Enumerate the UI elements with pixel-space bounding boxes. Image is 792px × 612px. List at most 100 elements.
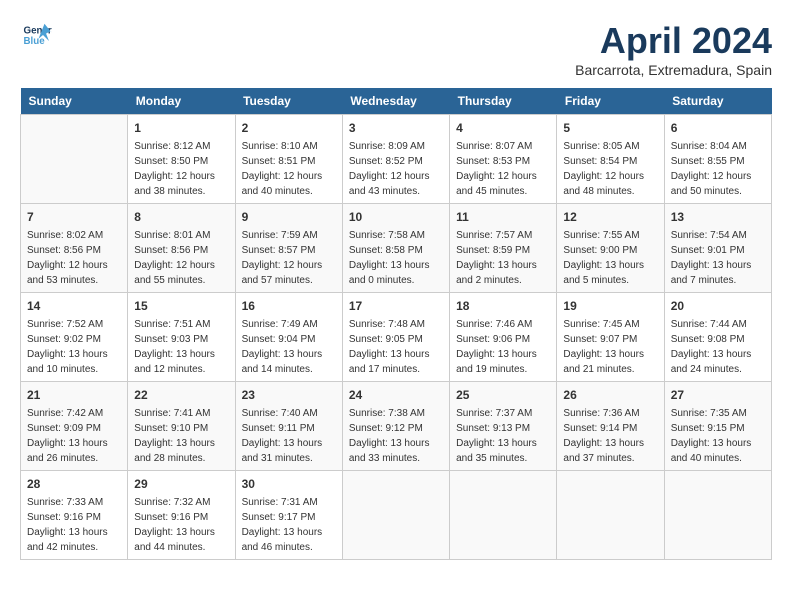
day-info: Sunrise: 7:37 AM Sunset: 9:13 PM Dayligh… bbox=[456, 406, 550, 466]
day-number: 2 bbox=[242, 119, 336, 137]
calendar-cell: 7 Sunrise: 8:02 AM Sunset: 8:56 PM Daylig… bbox=[21, 204, 128, 293]
day-number: 15 bbox=[134, 297, 228, 315]
day-info: Sunrise: 8:04 AM Sunset: 8:55 PM Dayligh… bbox=[671, 139, 765, 199]
day-info: Sunrise: 8:10 AM Sunset: 8:51 PM Dayligh… bbox=[242, 139, 336, 199]
calendar-cell: 5 Sunrise: 8:05 AM Sunset: 8:54 PM Daylig… bbox=[557, 115, 664, 204]
day-number: 1 bbox=[134, 119, 228, 137]
day-number: 4 bbox=[456, 119, 550, 137]
day-info: Sunrise: 8:09 AM Sunset: 8:52 PM Dayligh… bbox=[349, 139, 443, 199]
weekday-header: Monday bbox=[128, 88, 235, 115]
calendar-cell: 27Sunrise: 7:35 AM Sunset: 9:15 PM Dayli… bbox=[664, 382, 771, 471]
day-number: 8 bbox=[134, 208, 228, 226]
day-number: 30 bbox=[242, 475, 336, 493]
day-info: Sunrise: 7:51 AM Sunset: 9:03 PM Dayligh… bbox=[134, 317, 228, 377]
day-info: Sunrise: 7:58 AM Sunset: 8:58 PM Dayligh… bbox=[349, 228, 443, 288]
day-number: 12 bbox=[563, 208, 657, 226]
weekday-header: Sunday bbox=[21, 88, 128, 115]
calendar-cell: 26 Sunrise: 7:36 AM Sunset: 9:14 PM Dayli… bbox=[557, 382, 664, 471]
calendar-cell: 14 Sunrise: 7:52 AM Sunset: 9:02 PM Dayli… bbox=[21, 293, 128, 382]
logo: General Blue bbox=[20, 20, 52, 50]
calendar-week-row: 1 Sunrise: 8:12 AM Sunset: 8:50 PM Daylig… bbox=[21, 115, 772, 204]
day-number: 22 bbox=[134, 386, 228, 404]
day-info: Sunrise: 8:05 AM Sunset: 8:54 PM Dayligh… bbox=[563, 139, 657, 199]
day-info: Sunrise: 7:52 AM Sunset: 9:02 PM Dayligh… bbox=[27, 317, 121, 377]
day-number: 14 bbox=[27, 297, 121, 315]
page-header: General Blue April 2024 Barcarrota, Extr… bbox=[20, 20, 772, 78]
calendar-cell: 28 Sunrise: 7:33 AM Sunset: 9:16 PM Dayli… bbox=[21, 471, 128, 560]
calendar-cell: 29Sunrise: 7:32 AM Sunset: 9:16 PM Dayli… bbox=[128, 471, 235, 560]
calendar-week-row: 21Sunrise: 7:42 AM Sunset: 9:09 PM Dayli… bbox=[21, 382, 772, 471]
location: Barcarrota, Extremadura, Spain bbox=[575, 62, 772, 78]
day-number: 9 bbox=[242, 208, 336, 226]
calendar-cell: 1 Sunrise: 8:12 AM Sunset: 8:50 PM Daylig… bbox=[128, 115, 235, 204]
calendar-cell: 8 Sunrise: 8:01 AM Sunset: 8:56 PM Daylig… bbox=[128, 204, 235, 293]
day-info: Sunrise: 7:44 AM Sunset: 9:08 PM Dayligh… bbox=[671, 317, 765, 377]
day-info: Sunrise: 8:02 AM Sunset: 8:56 PM Dayligh… bbox=[27, 228, 121, 288]
day-number: 19 bbox=[563, 297, 657, 315]
day-number: 24 bbox=[349, 386, 443, 404]
day-number: 3 bbox=[349, 119, 443, 137]
weekday-header: Friday bbox=[557, 88, 664, 115]
calendar-week-row: 14 Sunrise: 7:52 AM Sunset: 9:02 PM Dayli… bbox=[21, 293, 772, 382]
calendar-cell: 18Sunrise: 7:46 AM Sunset: 9:06 PM Dayli… bbox=[450, 293, 557, 382]
calendar-cell bbox=[21, 115, 128, 204]
logo-icon: General Blue bbox=[22, 20, 52, 50]
day-number: 17 bbox=[349, 297, 443, 315]
day-number: 27 bbox=[671, 386, 765, 404]
day-info: Sunrise: 7:45 AM Sunset: 9:07 PM Dayligh… bbox=[563, 317, 657, 377]
calendar-cell: 23 Sunrise: 7:40 AM Sunset: 9:11 PM Dayli… bbox=[235, 382, 342, 471]
weekday-header: Wednesday bbox=[342, 88, 449, 115]
title-block: April 2024 Barcarrota, Extremadura, Spai… bbox=[575, 20, 772, 78]
calendar-cell bbox=[342, 471, 449, 560]
day-number: 23 bbox=[242, 386, 336, 404]
day-number: 25 bbox=[456, 386, 550, 404]
day-info: Sunrise: 7:36 AM Sunset: 9:14 PM Dayligh… bbox=[563, 406, 657, 466]
calendar-cell: 6Sunrise: 8:04 AM Sunset: 8:55 PM Daylig… bbox=[664, 115, 771, 204]
day-number: 10 bbox=[349, 208, 443, 226]
calendar-cell: 24 Sunrise: 7:38 AM Sunset: 9:12 PM Dayli… bbox=[342, 382, 449, 471]
calendar-cell: 13 Sunrise: 7:54 AM Sunset: 9:01 PM Dayli… bbox=[664, 204, 771, 293]
day-number: 11 bbox=[456, 208, 550, 226]
calendar-cell: 10 Sunrise: 7:58 AM Sunset: 8:58 PM Dayli… bbox=[342, 204, 449, 293]
calendar-table: SundayMondayTuesdayWednesdayThursdayFrid… bbox=[20, 88, 772, 560]
day-number: 16 bbox=[242, 297, 336, 315]
svg-text:Blue: Blue bbox=[24, 36, 46, 47]
day-info: Sunrise: 7:54 AM Sunset: 9:01 PM Dayligh… bbox=[671, 228, 765, 288]
day-number: 5 bbox=[563, 119, 657, 137]
day-number: 7 bbox=[27, 208, 121, 226]
header-row: SundayMondayTuesdayWednesdayThursdayFrid… bbox=[21, 88, 772, 115]
day-info: Sunrise: 7:49 AM Sunset: 9:04 PM Dayligh… bbox=[242, 317, 336, 377]
calendar-week-row: 28 Sunrise: 7:33 AM Sunset: 9:16 PM Dayli… bbox=[21, 471, 772, 560]
calendar-cell: 3 Sunrise: 8:09 AM Sunset: 8:52 PM Daylig… bbox=[342, 115, 449, 204]
calendar-cell: 11 Sunrise: 7:57 AM Sunset: 8:59 PM Dayli… bbox=[450, 204, 557, 293]
day-number: 18 bbox=[456, 297, 550, 315]
calendar-cell: 20 Sunrise: 7:44 AM Sunset: 9:08 PM Dayli… bbox=[664, 293, 771, 382]
calendar-cell bbox=[664, 471, 771, 560]
calendar-cell: 12 Sunrise: 7:55 AM Sunset: 9:00 PM Dayli… bbox=[557, 204, 664, 293]
day-info: Sunrise: 7:32 AM Sunset: 9:16 PM Dayligh… bbox=[134, 495, 228, 555]
month-title: April 2024 bbox=[575, 20, 772, 62]
weekday-header: Thursday bbox=[450, 88, 557, 115]
day-info: Sunrise: 7:40 AM Sunset: 9:11 PM Dayligh… bbox=[242, 406, 336, 466]
day-info: Sunrise: 7:48 AM Sunset: 9:05 PM Dayligh… bbox=[349, 317, 443, 377]
day-info: Sunrise: 7:55 AM Sunset: 9:00 PM Dayligh… bbox=[563, 228, 657, 288]
day-number: 13 bbox=[671, 208, 765, 226]
day-info: Sunrise: 8:07 AM Sunset: 8:53 PM Dayligh… bbox=[456, 139, 550, 199]
weekday-header: Tuesday bbox=[235, 88, 342, 115]
day-info: Sunrise: 7:38 AM Sunset: 9:12 PM Dayligh… bbox=[349, 406, 443, 466]
weekday-header: Saturday bbox=[664, 88, 771, 115]
day-info: Sunrise: 8:12 AM Sunset: 8:50 PM Dayligh… bbox=[134, 139, 228, 199]
calendar-cell bbox=[450, 471, 557, 560]
calendar-cell: 15 Sunrise: 7:51 AM Sunset: 9:03 PM Dayli… bbox=[128, 293, 235, 382]
day-info: Sunrise: 7:42 AM Sunset: 9:09 PM Dayligh… bbox=[27, 406, 121, 466]
day-info: Sunrise: 7:33 AM Sunset: 9:16 PM Dayligh… bbox=[27, 495, 121, 555]
day-info: Sunrise: 7:57 AM Sunset: 8:59 PM Dayligh… bbox=[456, 228, 550, 288]
day-info: Sunrise: 8:01 AM Sunset: 8:56 PM Dayligh… bbox=[134, 228, 228, 288]
day-number: 26 bbox=[563, 386, 657, 404]
day-number: 20 bbox=[671, 297, 765, 315]
calendar-cell: 16 Sunrise: 7:49 AM Sunset: 9:04 PM Dayli… bbox=[235, 293, 342, 382]
day-info: Sunrise: 7:31 AM Sunset: 9:17 PM Dayligh… bbox=[242, 495, 336, 555]
day-number: 28 bbox=[27, 475, 121, 493]
calendar-cell: 22Sunrise: 7:41 AM Sunset: 9:10 PM Dayli… bbox=[128, 382, 235, 471]
calendar-cell: 2 Sunrise: 8:10 AM Sunset: 8:51 PM Daylig… bbox=[235, 115, 342, 204]
